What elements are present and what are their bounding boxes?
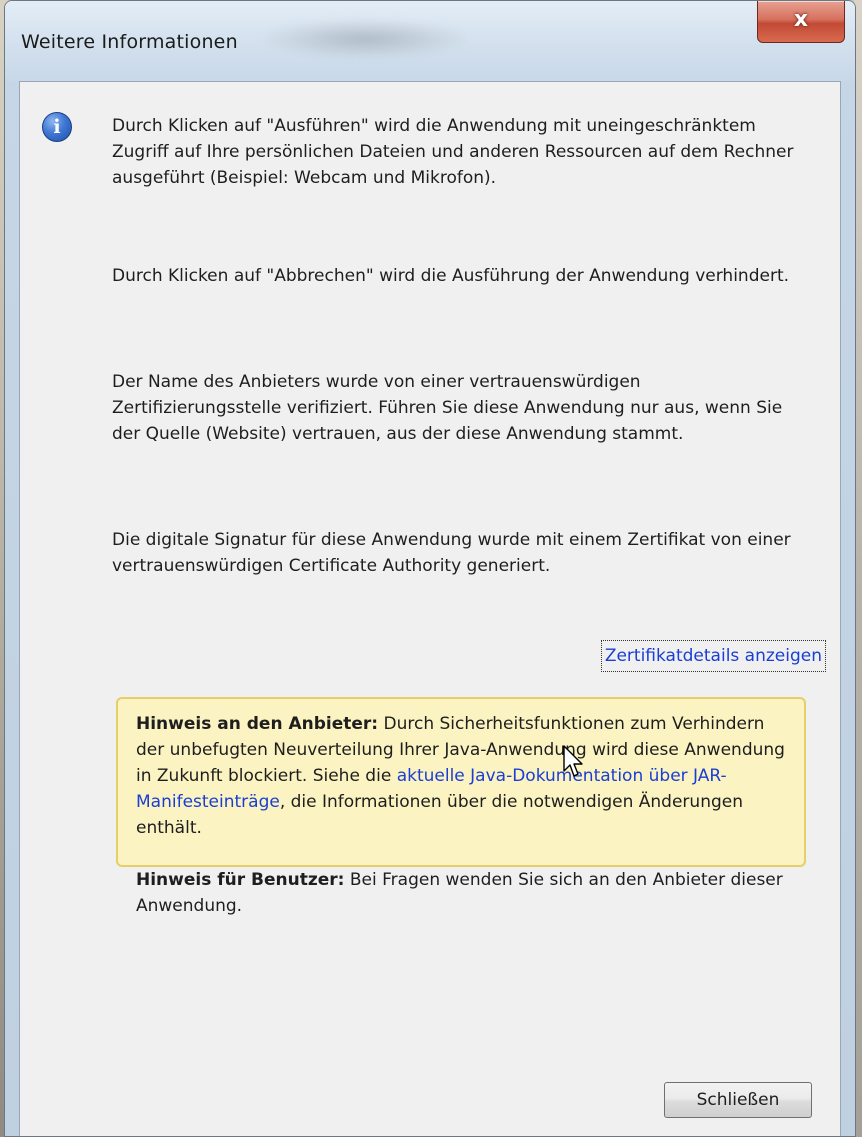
paragraph-publisher-verified: Der Name des Anbieters wurde von einer v… xyxy=(112,372,783,444)
window-close-button[interactable]: x xyxy=(757,1,845,43)
close-icon: x xyxy=(793,7,809,32)
notice-user-heading: Hinweis für Benutzer: xyxy=(136,870,345,890)
dialog-content: i Durch Klicken auf "Ausführen" wird die… xyxy=(19,81,841,1136)
title-bar[interactable]: Weitere Informationen x xyxy=(5,1,855,81)
arrow-cursor-icon xyxy=(563,745,583,777)
close-dialog-button[interactable]: Schließen xyxy=(664,1082,812,1118)
dialog-window: Weitere Informationen x i Durch Klicken … xyxy=(4,0,856,1137)
notice-box: Hinweis an den Anbieter: Durch Sicherhei… xyxy=(116,697,806,916)
paragraph-digital-signature: Die digitale Signatur für diese Anwendun… xyxy=(112,530,791,576)
paragraph-run-info: Durch Klicken auf "Ausführen" wird die A… xyxy=(112,116,794,188)
paragraph-cancel-info: Durch Klicken auf "Abbrechen" wird die A… xyxy=(112,266,790,286)
notice-user: Hinweis für Benutzer: Bei Fragen wenden … xyxy=(136,867,786,919)
info-icon: i xyxy=(42,112,72,142)
window-title: Weitere Informationen xyxy=(21,31,238,53)
title-bar-blur xyxy=(265,19,465,59)
certificate-details-link[interactable]: Zertifikatdetails anzeigen xyxy=(600,640,826,672)
notice-provider: Hinweis an den Anbieter: Durch Sicherhei… xyxy=(136,711,786,841)
notice-provider-heading: Hinweis an den Anbieter: xyxy=(136,714,379,734)
